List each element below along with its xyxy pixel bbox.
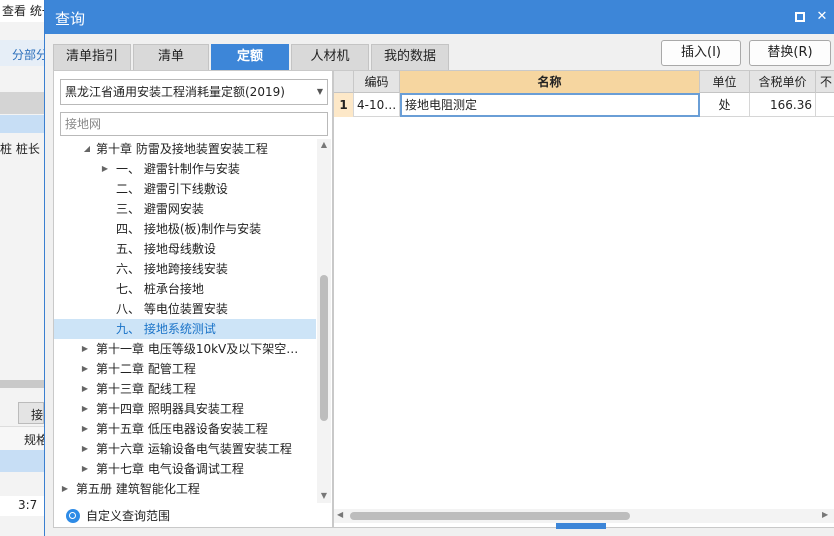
column-header-name[interactable]: 名称 bbox=[400, 71, 700, 93]
chapter-tree: ◢ 第十章 防雷及接地装置安装工程 ▶ 一、 避雷针制作与安装 二、 避雷引下线… bbox=[54, 139, 316, 501]
tab-my-data[interactable]: 我的数据 bbox=[371, 44, 449, 70]
tree-scrollbar[interactable]: ▲ ▼ bbox=[317, 139, 331, 503]
bg-row-value: 3:7 bbox=[0, 496, 44, 516]
tree-item-chapter14[interactable]: ▶ 第十四章 照明器具安装工程 bbox=[54, 399, 316, 419]
bg-header-strip bbox=[0, 92, 44, 114]
cell-name[interactable]: 接地电阻测定 bbox=[400, 93, 700, 117]
grid-scroll-thumb[interactable] bbox=[350, 512, 630, 520]
tree-item-section2[interactable]: 二、 避雷引下线敷设 bbox=[54, 179, 316, 199]
cell-more[interactable] bbox=[816, 93, 834, 117]
caret-collapsed-icon[interactable]: ▶ bbox=[80, 379, 90, 399]
grid-header: 编码 名称 单位 含税单价 不 bbox=[334, 71, 834, 93]
bg-selected-strip bbox=[0, 115, 44, 133]
tree-item-section7[interactable]: 七、 桩承台接地 bbox=[54, 279, 316, 299]
caret-collapsed-icon[interactable]: ▶ bbox=[80, 359, 90, 379]
grid-horizontal-scrollbar[interactable]: ◀ ▶ bbox=[334, 509, 834, 523]
bg-row-text: 桩 桩长 bbox=[0, 142, 40, 156]
caret-collapsed-icon[interactable]: ▶ bbox=[100, 159, 110, 179]
search-icon bbox=[66, 509, 80, 523]
search-input[interactable]: 接地网 bbox=[60, 112, 328, 136]
table-row[interactable]: 1 4-10… 接地电阻测定 处 166.36 bbox=[334, 93, 834, 117]
tree-item-chapter12[interactable]: ▶ 第十二章 配管工程 bbox=[54, 359, 316, 379]
dialog-title: 查询 bbox=[55, 10, 86, 28]
tree-item-section4[interactable]: 四、 接地极(板)制作与安装 bbox=[54, 219, 316, 239]
row-number: 1 bbox=[334, 93, 354, 117]
caret-collapsed-icon[interactable]: ▶ bbox=[80, 399, 90, 419]
tree-item-section8[interactable]: 八、 等电位装置安装 bbox=[54, 299, 316, 319]
cell-price[interactable]: 166.36 bbox=[750, 93, 816, 117]
caret-collapsed-icon[interactable]: ▶ bbox=[80, 419, 90, 439]
chevron-down-icon[interactable]: ▼ bbox=[317, 80, 323, 104]
bg-tab[interactable]: 接 bbox=[18, 402, 44, 424]
restore-icon[interactable] bbox=[793, 10, 807, 24]
tree-item-chapter16[interactable]: ▶ 第十六章 运输设备电气装置安装工程 bbox=[54, 439, 316, 459]
tab-list-guide[interactable]: 清单指引 bbox=[53, 44, 131, 70]
tree-item-section6[interactable]: 六、 接地跨接线安装 bbox=[54, 259, 316, 279]
bg-column-header: 规格 bbox=[0, 426, 44, 450]
quota-library-select[interactable]: 黑龙江省通用安装工程消耗量定额(2019) ▼ bbox=[60, 79, 328, 105]
panel-collapse-handle[interactable] bbox=[556, 523, 606, 529]
left-panel: 黑龙江省通用安装工程消耗量定额(2019) ▼ 接地网 ◢ 第十章 防雷及接地装… bbox=[53, 70, 333, 528]
caret-collapsed-icon[interactable]: ▶ bbox=[80, 439, 90, 459]
bg-splitter[interactable] bbox=[0, 380, 44, 388]
query-dialog: 查询 ✕ 清单指引 清单 定额 人材机 我的数据 插入(I) 替换(R) 黑龙江… bbox=[44, 0, 834, 536]
bg-selected-row bbox=[0, 450, 44, 472]
scroll-left-icon[interactable]: ◀ bbox=[337, 510, 343, 519]
tree-item-section3[interactable]: 三、 避雷网安装 bbox=[54, 199, 316, 219]
tab-quota[interactable]: 定额 bbox=[211, 44, 289, 70]
column-header-price[interactable]: 含税单价 bbox=[750, 71, 816, 93]
scroll-up-icon[interactable]: ▲ bbox=[319, 140, 329, 149]
tree-item-section5[interactable]: 五、 接地母线敷设 bbox=[54, 239, 316, 259]
close-icon[interactable]: ✕ bbox=[815, 10, 829, 24]
tree-item-section1[interactable]: ▶ 一、 避雷针制作与安装 bbox=[54, 159, 316, 179]
dialog-titlebar[interactable]: 查询 ✕ bbox=[45, 0, 834, 34]
tab-materials[interactable]: 人材机 bbox=[291, 44, 369, 70]
scroll-down-icon[interactable]: ▼ bbox=[319, 491, 329, 500]
caret-expanded-icon[interactable]: ◢ bbox=[82, 139, 92, 159]
column-header-more[interactable]: 不 bbox=[816, 71, 834, 93]
caret-collapsed-icon[interactable]: ▶ bbox=[60, 479, 70, 499]
caret-collapsed-icon[interactable]: ▶ bbox=[80, 459, 90, 479]
tree-item-chapter13[interactable]: ▶ 第十三章 配线工程 bbox=[54, 379, 316, 399]
results-grid: 编码 名称 单位 含税单价 不 1 4-10… 接地电阻测定 处 166.36 … bbox=[333, 70, 834, 529]
tree-item-section9[interactable]: 九、 接地系统测试 bbox=[54, 319, 316, 339]
column-header-unit[interactable]: 单位 bbox=[700, 71, 750, 93]
cell-unit[interactable]: 处 bbox=[700, 93, 750, 117]
tree-item-chapter17[interactable]: ▶ 第十七章 电气设备调试工程 bbox=[54, 459, 316, 479]
tree-item-chapter11[interactable]: ▶ 第十一章 电压等级10kV及以下架空… bbox=[54, 339, 316, 359]
column-header-code[interactable]: 编码 bbox=[354, 71, 400, 93]
caret-collapsed-icon[interactable]: ▶ bbox=[80, 339, 90, 359]
cell-code[interactable]: 4-10… bbox=[354, 93, 400, 117]
replace-button[interactable]: 替换(R) bbox=[749, 40, 831, 66]
tree-item-chapter10[interactable]: ◢ 第十章 防雷及接地装置安装工程 bbox=[54, 139, 316, 159]
grid-corner bbox=[334, 71, 354, 93]
insert-button[interactable]: 插入(I) bbox=[661, 40, 741, 66]
tree-item-chapter15[interactable]: ▶ 第十五章 低压电器设备安装工程 bbox=[54, 419, 316, 439]
tree-scroll-thumb[interactable] bbox=[320, 275, 328, 421]
bg-toolbar-tab[interactable]: 分部分 bbox=[0, 40, 44, 66]
tree-item-volume5[interactable]: ▶ 第五册 建筑智能化工程 bbox=[54, 479, 316, 499]
tab-list[interactable]: 清单 bbox=[133, 44, 209, 70]
scroll-right-icon[interactable]: ▶ bbox=[822, 510, 828, 519]
quota-library-value: 黑龙江省通用安装工程消耗量定额(2019) bbox=[65, 85, 285, 99]
